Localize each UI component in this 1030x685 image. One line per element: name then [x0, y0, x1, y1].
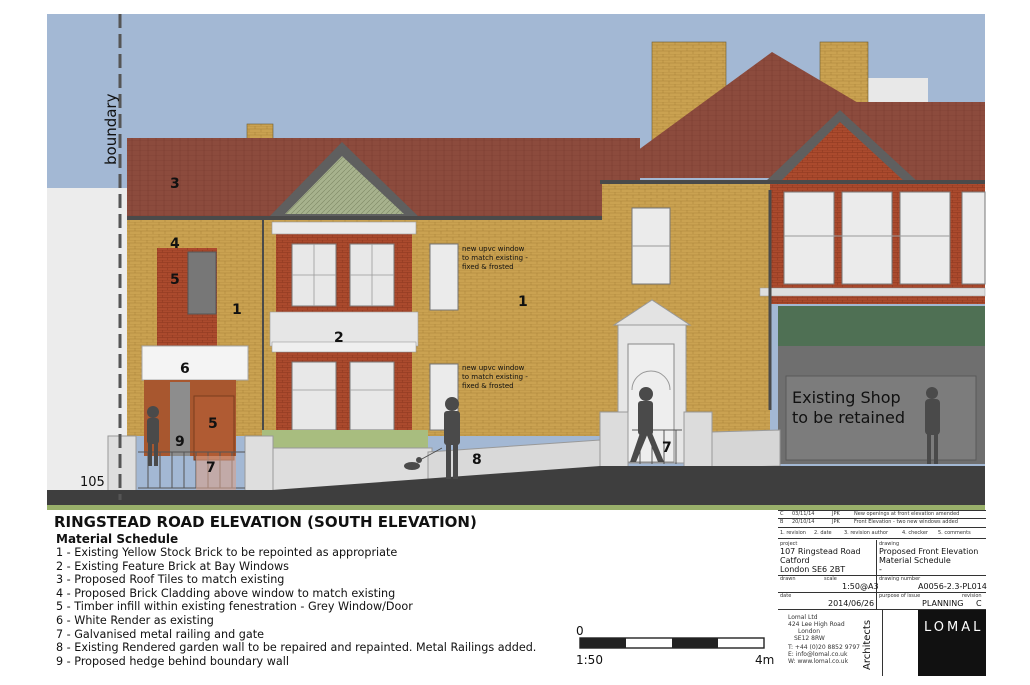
- architects-label: Architects: [862, 619, 873, 670]
- shop-fascia: [778, 306, 985, 346]
- drawing-number: A0056-2.3-PL014: [918, 582, 987, 591]
- schedule-item: 5 - Timber infill within existing fenest…: [56, 600, 413, 614]
- purpose-label: purpose of issue: [879, 593, 921, 599]
- schedule-item: 1 - Existing Yellow Stock Brick to be re…: [56, 546, 398, 559]
- project-line-1: 107 Ringstead Road: [780, 547, 861, 556]
- company-line-2: 424 Lee High Road: [788, 621, 845, 628]
- hedge: [262, 430, 428, 448]
- window-sill-band: [759, 287, 986, 297]
- drawing-line-2: Material Schedule: [879, 556, 951, 565]
- window-bay-lower-left: [291, 361, 337, 431]
- tag-5-lower: 5: [208, 416, 218, 432]
- ground-level-label: 105: [80, 475, 105, 490]
- boundary-label: boundary: [102, 93, 120, 165]
- revision-b-rev: B: [780, 519, 784, 525]
- grey-window: [187, 251, 217, 315]
- contact-phone: T: +44 (0)20 8852 9797: [788, 644, 860, 651]
- tag-6: 6: [180, 361, 190, 377]
- material-schedule-list: 1 - Existing Yellow Stock Brick to be re…: [56, 546, 536, 668]
- bay-upper-cornice: [271, 221, 417, 235]
- tag-5-upper: 5: [170, 272, 180, 288]
- tag-8: 8: [472, 452, 482, 468]
- schedule-item: 6 - White Render as existing: [56, 613, 214, 627]
- drawing-number-label: drawing number: [879, 576, 921, 582]
- window-note-upper-3: fixed & frosted: [462, 263, 514, 271]
- company-line-3: London: [798, 628, 820, 635]
- revision-c-author: JPK: [832, 511, 840, 517]
- tag-3: 3: [170, 176, 180, 192]
- drawing-line-3: -: [879, 565, 882, 574]
- logo-text: LOMAL: [924, 620, 984, 635]
- revision-b-comment: Front Elevation - two new windows added: [854, 519, 958, 525]
- date-value: 2014/06/26: [828, 599, 875, 608]
- tag-7-left: 7: [206, 460, 216, 476]
- tag-9: 9: [175, 434, 185, 450]
- pier: [244, 435, 274, 493]
- gate-infill: [196, 456, 236, 490]
- wall-right-1: [599, 411, 629, 469]
- window-bay-lower-right: [349, 361, 395, 431]
- tag-4: 4: [170, 236, 180, 252]
- new-upvc-window-upper: [429, 243, 459, 311]
- revision-c-comment: New openings at front elevation amended: [854, 511, 960, 517]
- scale-ratio-label: 1:50: [576, 653, 603, 667]
- schedule-item: 4 - Proposed Brick Cladding above window…: [56, 586, 396, 600]
- revision-c-rev: C: [780, 511, 784, 517]
- window-note-lower-3: fixed & frosted: [462, 382, 514, 390]
- contact-web: W: www.lomal.co.uk: [788, 658, 849, 665]
- boundary-wall: [107, 435, 137, 493]
- date-label: date: [780, 593, 792, 599]
- revision-header-4: 4. checker: [902, 530, 928, 536]
- scale-start-label: 0: [576, 624, 584, 638]
- tag-7-right: 7: [662, 440, 672, 456]
- wall-right-2: [683, 411, 713, 469]
- revision-c-date: 03/11/14: [792, 511, 815, 517]
- scale-value: 1:50@A3: [842, 582, 879, 591]
- window-note-lower-2: to match existing -: [462, 373, 528, 381]
- purpose-value: PLANNING: [922, 599, 964, 608]
- window-right-4: [961, 191, 986, 285]
- revision-b-author: JPK: [832, 519, 840, 525]
- tag-2: 2: [334, 330, 344, 346]
- window-right-2: [841, 191, 893, 285]
- company-line-4: SE12 8RW: [794, 635, 825, 642]
- scale-label: scale: [824, 576, 837, 582]
- project-line-3: London SE6 2BT: [780, 565, 846, 574]
- schedule-item: 8 - Existing Rendered garden wall to be …: [56, 641, 537, 655]
- scale-bar: [579, 637, 765, 649]
- company-line-1: Lomal Ltd: [788, 614, 818, 621]
- bay-middle-band: [269, 311, 419, 347]
- schedule-item: 2 - Existing Feature Brick at Bay Window…: [56, 559, 289, 573]
- schedule-item: 3 - Proposed Roof Tiles to match existin…: [56, 573, 285, 587]
- wall-far-right: [711, 429, 781, 469]
- revision-header-2: 2. date: [814, 530, 832, 536]
- tag-1-left: 1: [232, 302, 242, 318]
- shop-label-line-1: Existing Shop: [792, 388, 901, 407]
- window-right-3: [899, 191, 951, 285]
- drawing-line-1: Proposed Front Elevation: [879, 547, 979, 556]
- white-render: [141, 345, 249, 381]
- scale-end-label: 4m: [755, 653, 775, 667]
- contact-email: E: info@lomal.co.uk: [788, 651, 848, 658]
- revision-value: C: [976, 599, 982, 608]
- schedule-item: 9 - Proposed hedge behind boundary wall: [56, 654, 289, 668]
- window-right-1: [783, 191, 835, 285]
- schedule-title: RINGSTEAD ROAD ELEVATION (SOUTH ELEVATIO…: [54, 513, 477, 531]
- drawn-label: drawn: [780, 576, 796, 582]
- schedule-item: 7 - Galvanised metal railing and gate: [56, 627, 264, 641]
- window-note-lower-1: new upvc window: [462, 364, 525, 372]
- revision-header-1: 1. revision: [780, 530, 806, 536]
- tag-1-right: 1: [518, 294, 528, 310]
- window-note-upper-2: to match existing -: [462, 254, 528, 262]
- bay-lower-cornice: [271, 341, 417, 353]
- window-note-upper-1: new upvc window: [462, 245, 525, 253]
- revision-header-3: 3. revision author: [844, 530, 889, 536]
- project-line-2: Catford: [780, 556, 810, 565]
- title-block: C 03/11/14 JPK New openings at front ele…: [778, 510, 987, 676]
- revision-header-5: 5. comments: [938, 530, 971, 536]
- schedule-heading: Material Schedule: [56, 532, 179, 546]
- revision-b-date: 20/10/14: [792, 519, 815, 525]
- shop-label-line-2: to be retained: [792, 408, 905, 427]
